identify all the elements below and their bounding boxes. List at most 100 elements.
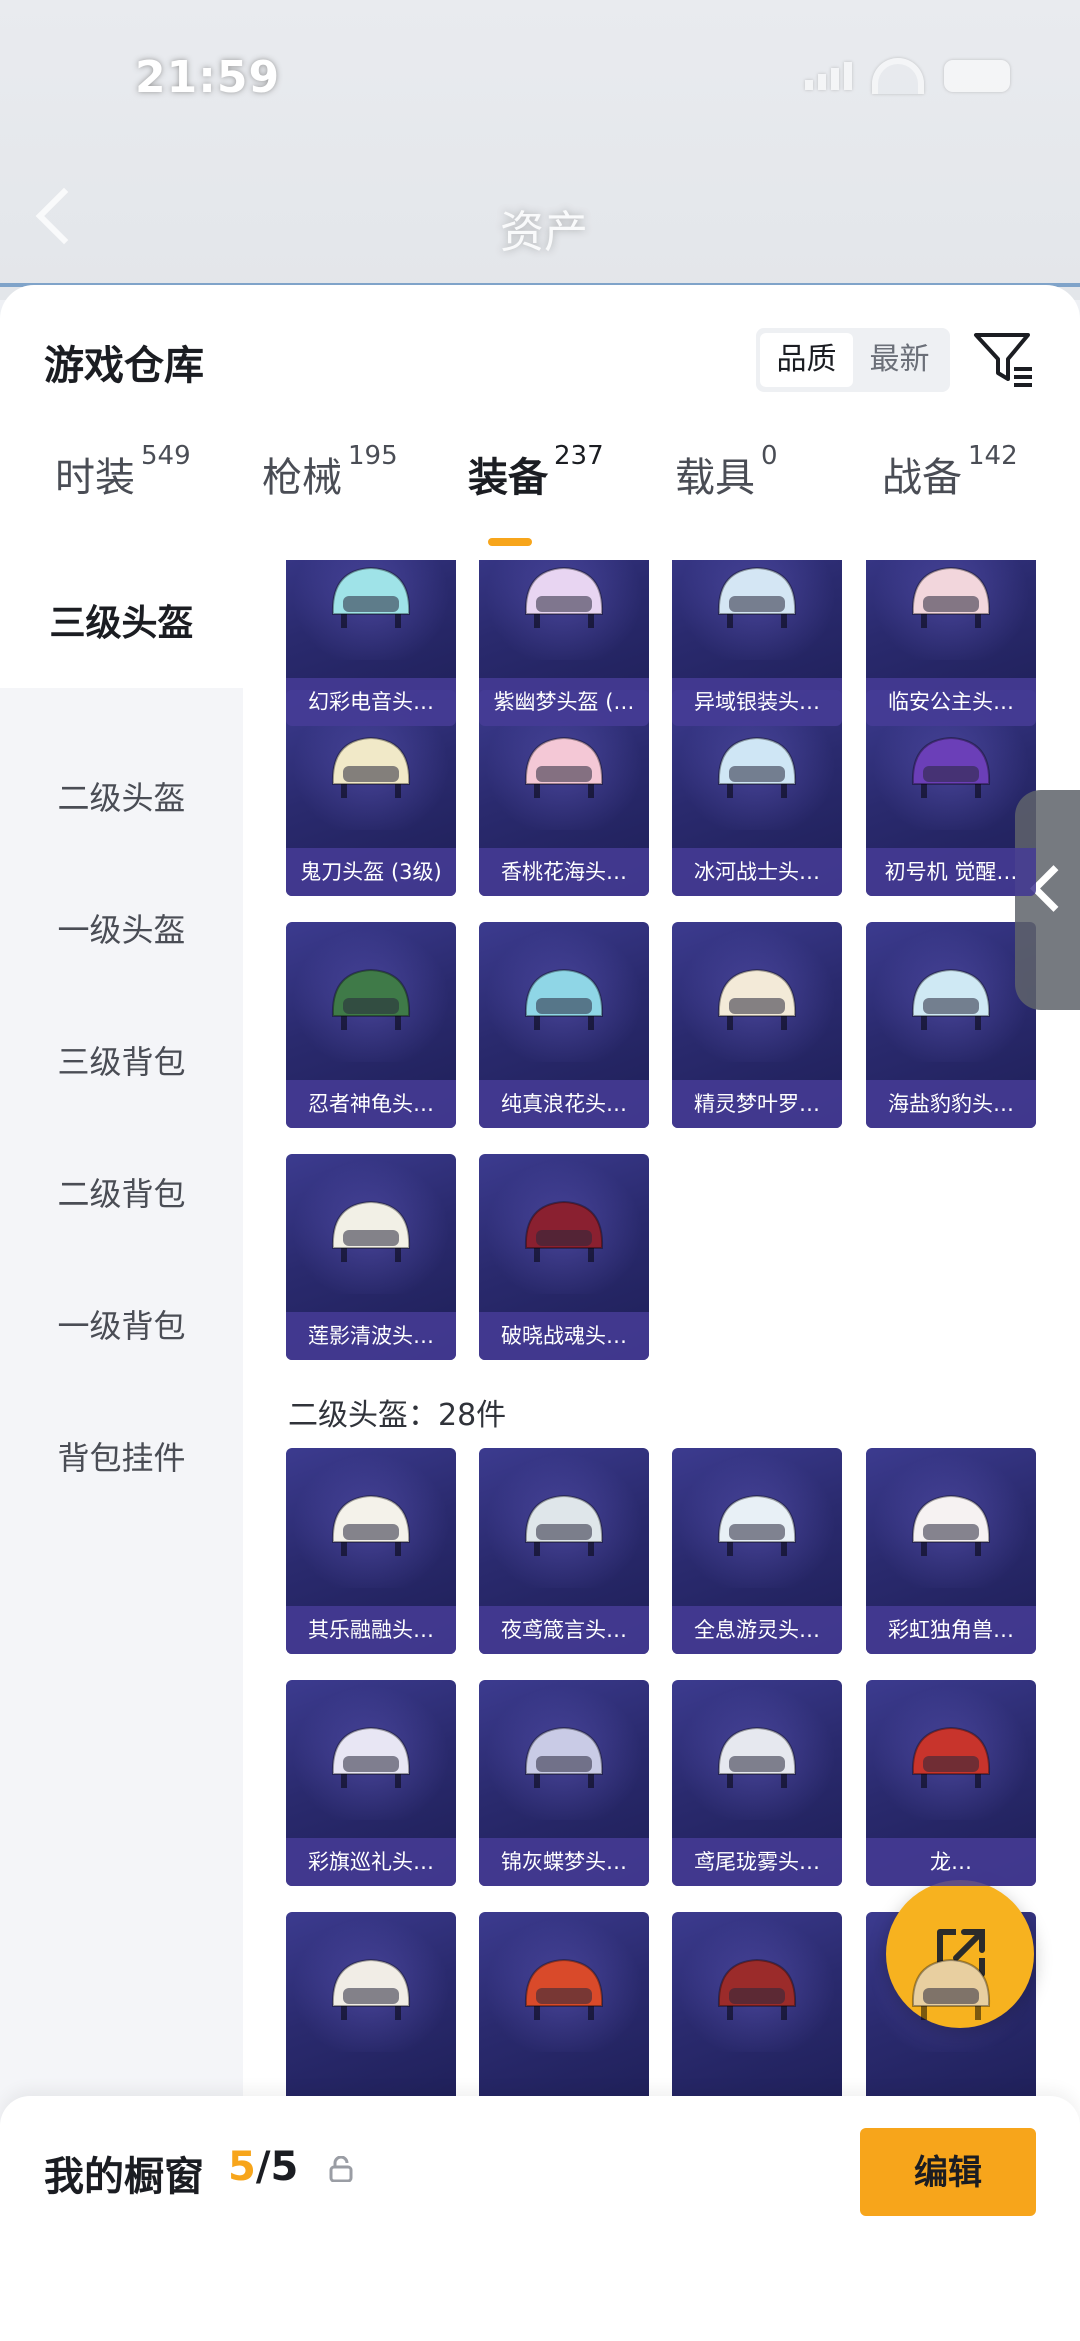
helmet-icon [331,1494,411,1556]
item-card[interactable]: 其乐融融头… [286,1448,456,1654]
helmet-icon [717,1494,797,1556]
side-drawer-handle[interactable] [1015,790,1080,1010]
sort-toggle: 品质 最新 [756,328,950,392]
helmet-icon [717,1958,797,2020]
helmet-icon [524,736,604,798]
sort-quality-button[interactable]: 品质 [760,333,853,387]
helmet-icon [911,968,991,1030]
item-card-label: 冰河战士头… [672,848,842,896]
sidebar-item-level2-helmet[interactable]: 二级头盔 [0,773,243,819]
item-card-label: 海盐豹豹头… [866,1080,1036,1128]
item-card-label: 异域银装头… [672,678,842,726]
tab-vehicles[interactable]: 载具 0 [675,441,778,503]
item-card[interactable]: 异域银装头… [672,560,842,726]
showcase-count: 5/5 [228,2144,299,2190]
item-card-label: 全息游灵头… [672,1606,842,1654]
tab-supplies[interactable]: 战备 142 [882,441,1018,503]
section-label-level2-helmet: 二级头盔：28件 [288,1398,507,1433]
item-card-label: 纯真浪花头… [479,1080,649,1128]
item-card[interactable] [672,1912,842,2118]
item-card[interactable]: 破晓战魂头… [479,1154,649,1360]
item-card[interactable]: 忍者神龟头… [286,922,456,1128]
item-card[interactable]: 幻彩电音头… [286,560,456,726]
helmet-icon [911,736,991,798]
warehouse-sheet: 游戏仓库 品质 最新 时装 549 枪械 195 装备 237 载具 0 战备 142 三… [0,285,1080,2341]
helmet-icon [524,968,604,1030]
item-card[interactable]: 海盐豹豹头… [866,922,1036,1128]
item-card-label: 幻彩电音头… [286,678,456,726]
tab-weapons[interactable]: 枪械 195 [262,441,398,503]
helmet-icon [911,1726,991,1788]
sidebar-item-level3-backpack[interactable]: 三级背包 [0,1037,243,1083]
helmet-icon [331,566,411,628]
helmet-icon [331,1726,411,1788]
item-card[interactable]: 莲影清波头… [286,1154,456,1360]
item-card[interactable]: 紫幽梦头盔 (… [479,560,649,726]
item-card-label: 精灵梦叶罗… [672,1080,842,1128]
helmet-icon [911,1958,991,2020]
item-card-label: 鬼刀头盔 (3级) [286,848,456,896]
item-card[interactable] [479,1912,649,2118]
item-card-label: 忍者神龟头… [286,1080,456,1128]
helmet-icon [331,1200,411,1262]
helmet-icon [717,566,797,628]
filter-icon[interactable] [972,329,1036,389]
app-header-background: 21:59 资产 [0,0,1080,300]
helmet-icon [524,1726,604,1788]
item-card-label: 鸢尾珑雾头… [672,1838,842,1886]
item-card[interactable]: 龙… [866,1680,1036,1886]
battery-icon [944,60,1010,92]
item-card[interactable]: 彩旗巡礼头… [286,1680,456,1886]
showcase-title: 我的橱窗 [44,2154,204,2200]
chevron-left-icon [1030,865,1077,912]
item-card-label: 莲影清波头… [286,1312,456,1360]
helmet-icon [911,566,991,628]
item-card[interactable] [286,1912,456,2118]
item-card-label: 彩虹独角兽… [866,1606,1036,1654]
sidebar-item-level3-helmet[interactable]: 三级头盔 [0,560,243,688]
item-card[interactable]: 锦灰蝶梦头… [479,1680,649,1886]
item-card-label: 锦灰蝶梦头… [479,1838,649,1886]
item-card[interactable]: 全息游灵头… [672,1448,842,1654]
helmet-icon [524,566,604,628]
helmet-icon [717,736,797,798]
wifi-icon [872,58,924,94]
helmet-icon [331,736,411,798]
item-card[interactable]: 纯真浪花头… [479,922,649,1128]
helmet-icon [331,968,411,1030]
helmet-icon [331,1958,411,2020]
tab-fashion[interactable]: 时装 549 [55,441,191,503]
sidebar-item-level1-helmet[interactable]: 一级头盔 [0,905,243,951]
item-card[interactable]: 夜鸢箴言头… [479,1448,649,1654]
sidebar-item-level2-backpack[interactable]: 二级背包 [0,1169,243,1215]
item-card-label: 彩旗巡礼头… [286,1838,456,1886]
sort-newest-button[interactable]: 最新 [853,333,946,387]
back-icon[interactable] [35,187,93,245]
item-card-label: 夜鸢箴言头… [479,1606,649,1654]
edit-button[interactable]: 编辑 [860,2128,1036,2216]
status-time: 21:59 [135,52,281,103]
active-tab-indicator [488,538,532,546]
item-card[interactable]: 彩虹独角兽… [866,1448,1036,1654]
helmet-icon [524,1200,604,1262]
item-card[interactable]: 精灵梦叶罗… [672,922,842,1128]
sidebar-item-backpack-charm[interactable]: 背包挂件 [0,1433,243,1479]
status-icons [805,58,1010,94]
helmet-icon [911,1494,991,1556]
item-card-label: 其乐融融头… [286,1606,456,1654]
helmet-icon [524,1958,604,2020]
sidebar-item-level1-backpack[interactable]: 一级背包 [0,1301,243,1347]
item-grid: 幻彩电音头… 紫幽梦头盔 (… 异域银装头… 临安公主头… 鬼刀头盔 (3级) 香桃花海头… [243,560,1080,2200]
tab-equipment[interactable]: 装备 237 [468,441,604,503]
item-card[interactable]: 鸢尾珑雾头… [672,1680,842,1886]
page-title: 资产 [500,207,588,258]
lock-icon [329,2156,353,2182]
sheet-title: 游戏仓库 [44,343,204,389]
showcase-bar: 我的橱窗 5/5 编辑 [0,2096,1080,2341]
item-card[interactable]: 临安公主头… [866,560,1036,726]
item-card-label: 香桃花海头… [479,848,649,896]
item-card-label: 初号机 觉醒… [866,848,1036,896]
item-card-label: 紫幽梦头盔 (… [479,678,649,726]
item-card-label: 临安公主头… [866,678,1036,726]
helmet-icon [717,1726,797,1788]
